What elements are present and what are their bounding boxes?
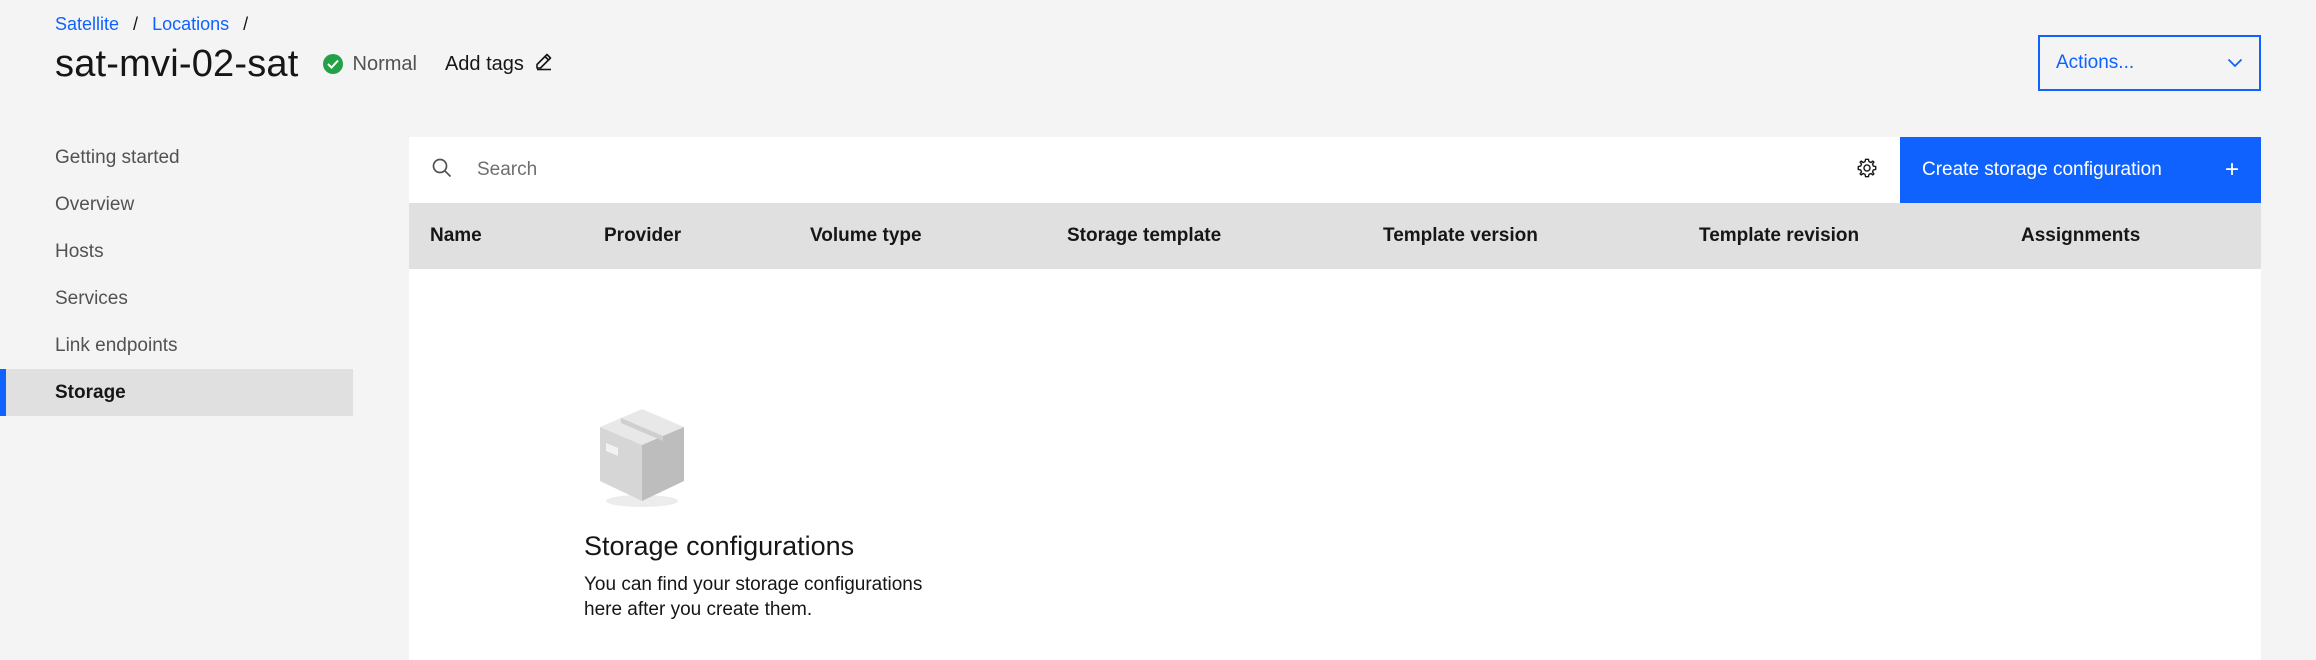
search-bar — [409, 137, 1834, 203]
page: Satellite / Locations / sat-mvi-02-sat N… — [0, 0, 2316, 660]
title-row: sat-mvi-02-sat Normal Add tags — [55, 38, 554, 90]
sidebar-item-services[interactable]: Services — [0, 275, 353, 322]
breadcrumb-separator: / — [243, 14, 249, 34]
page-title: sat-mvi-02-sat — [55, 42, 299, 85]
plus-icon: + — [2224, 156, 2239, 183]
column-header-storage-template[interactable]: Storage template — [1067, 203, 1221, 269]
column-header-assignments[interactable]: Assignments — [2021, 203, 2140, 269]
sidebar-nav: Getting started Overview Hosts Services … — [0, 134, 353, 416]
edit-pencil-icon — [534, 51, 554, 77]
chevron-down-icon — [2227, 52, 2243, 74]
table-toolbar: Create storage configuration + — [409, 137, 2261, 203]
breadcrumb: Satellite / Locations / — [55, 14, 248, 35]
empty-state: Storage configurations You can find your… — [584, 401, 964, 622]
table-header: Name Provider Volume type Storage templa… — [409, 203, 2261, 269]
column-header-volume-type[interactable]: Volume type — [810, 203, 922, 269]
actions-dropdown[interactable]: Actions... — [2038, 35, 2261, 91]
actions-label: Actions... — [2056, 52, 2135, 73]
create-button-label: Create storage configuration — [1922, 159, 2162, 180]
search-icon — [431, 157, 453, 184]
status-indicator: Normal — [322, 52, 417, 76]
empty-state-description: You can find your storage configurations… — [584, 572, 964, 622]
add-tags-button[interactable]: Add tags — [445, 51, 554, 77]
box-icon — [592, 401, 692, 511]
breadcrumb-link-satellite[interactable]: Satellite — [55, 14, 119, 35]
sidebar-item-hosts[interactable]: Hosts — [0, 228, 353, 275]
column-header-name[interactable]: Name — [430, 203, 482, 269]
storage-table-panel: Create storage configuration + Name Prov… — [409, 137, 2261, 660]
empty-state-description-line: here after you create them. — [584, 599, 813, 620]
sidebar-item-link-endpoints[interactable]: Link endpoints — [0, 322, 353, 369]
checkmark-filled-icon — [322, 54, 343, 74]
status-label: Normal — [352, 52, 417, 75]
empty-state-title: Storage configurations — [584, 531, 855, 561]
table-settings-button[interactable] — [1834, 137, 1900, 203]
add-tags-label: Add tags — [444, 52, 524, 75]
gear-icon — [1856, 157, 1878, 184]
breadcrumb-separator: / — [133, 14, 139, 34]
sidebar-item-overview[interactable]: Overview — [0, 181, 353, 228]
column-header-template-version[interactable]: Template version — [1383, 203, 1538, 269]
empty-state-description-line: You can find your storage configurations — [584, 574, 923, 595]
breadcrumb-link-locations[interactable]: Locations — [152, 14, 229, 35]
column-header-provider[interactable]: Provider — [604, 203, 681, 269]
column-header-template-revision[interactable]: Template revision — [1699, 203, 1859, 269]
create-storage-configuration-button[interactable]: Create storage configuration + — [1900, 137, 2261, 203]
search-input[interactable] — [477, 159, 1777, 181]
sidebar-item-storage[interactable]: Storage — [0, 369, 353, 416]
sidebar-item-getting-started[interactable]: Getting started — [0, 134, 353, 181]
